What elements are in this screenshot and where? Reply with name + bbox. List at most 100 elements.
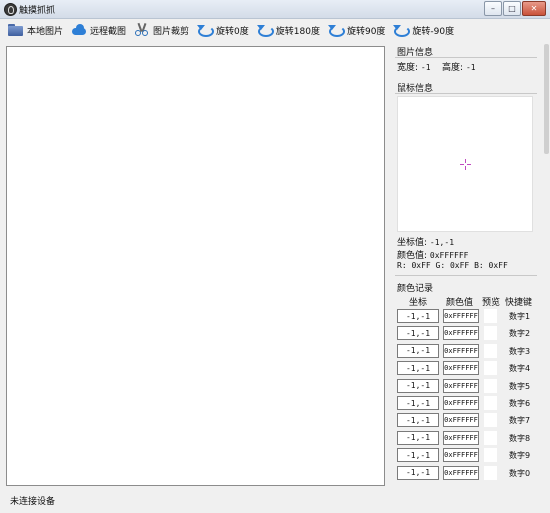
record-color-field[interactable]: 0xFFFFFF: [443, 448, 479, 463]
record-color-swatch: [484, 378, 497, 393]
record-color-swatch: [484, 465, 497, 480]
record-shortcut-label: 数字2: [509, 329, 531, 339]
record-shortcut-label: 数字1: [509, 312, 531, 321]
close-button[interactable]: ✕: [522, 1, 546, 16]
record-shortcut-label: 数字0: [509, 468, 531, 478]
coord-value: -1,-1: [429, 238, 455, 247]
magnifier-preview: [397, 96, 533, 232]
record-color-field[interactable]: 0xFFFFFF: [443, 361, 479, 376]
scissors-icon: [134, 23, 150, 37]
remote-screenshot-button[interactable]: 远程截图: [71, 20, 126, 40]
color-record-row: -1,-1 0xFFFFFF 数字3: [397, 343, 537, 358]
color-row: 颜色值: 0xFFFFFF: [397, 248, 468, 261]
color-record-row: -1,-1 0xFFFFFF 数字7: [397, 413, 537, 428]
divider: [395, 57, 537, 58]
width-label: 宽度:: [397, 63, 419, 73]
rotate-180-label: 旋转180度: [275, 26, 320, 37]
record-shortcut-label: 数字7: [509, 416, 531, 426]
rotate-icon: [393, 23, 411, 37]
record-shortcut-label: 数字6: [509, 399, 531, 408]
record-coord-field[interactable]: -1,-1: [397, 361, 439, 376]
record-color-swatch: [484, 430, 497, 445]
height-label: 高度:: [442, 63, 464, 73]
height-value: -1: [465, 63, 476, 72]
crosshair-icon: [460, 159, 471, 170]
remote-screenshot-label: 远程截图: [90, 26, 127, 37]
image-canvas[interactable]: [6, 46, 385, 486]
maximize-button[interactable]: □: [503, 1, 521, 16]
minimize-button[interactable]: –: [484, 1, 502, 16]
folder-icon: [8, 23, 24, 37]
panel-scrollbar[interactable]: [544, 44, 549, 154]
record-shortcut-label: 数字9: [509, 451, 531, 461]
record-coord-field[interactable]: -1,-1: [397, 343, 439, 358]
color-record-row: -1,-1 0xFFFFFF 数字2: [397, 326, 537, 341]
header-coord: 坐标: [409, 298, 428, 308]
color-record-row: -1,-1 0xFFFFFF 数字9: [397, 448, 537, 463]
color-record-title: 颜色记录: [397, 284, 434, 294]
header-preview: 预览: [482, 298, 501, 308]
divider: [395, 93, 537, 94]
record-color-swatch: [484, 413, 497, 428]
record-coord-field[interactable]: -1,-1: [397, 430, 439, 445]
record-coord-field[interactable]: -1,-1: [397, 309, 439, 323]
coord-label: 坐标值:: [397, 238, 428, 248]
record-color-swatch: [484, 396, 497, 410]
color-record-row: -1,-1 0xFFFFFF 数字4: [397, 361, 537, 376]
local-image-label: 本地图片: [27, 26, 64, 37]
record-color-field[interactable]: 0xFFFFFF: [443, 378, 479, 393]
rotate-neg90-label: 旋转-90度: [412, 26, 455, 37]
color-value: 0xFFFFFF: [429, 251, 469, 260]
record-coord-field[interactable]: -1,-1: [397, 465, 439, 480]
record-shortcut-label: 数字8: [509, 433, 531, 443]
record-color-swatch: [484, 326, 497, 341]
rotate-icon: [197, 23, 215, 37]
local-image-button[interactable]: 本地图片: [8, 20, 63, 40]
color-label: 颜色值:: [397, 251, 428, 261]
color-record-row: -1,-1 0xFFFFFF 数字8: [397, 430, 537, 445]
record-shortcut-label: 数字3: [509, 346, 531, 356]
header-shortcut: 快捷键: [505, 298, 533, 308]
record-color-field[interactable]: 0xFFFFFF: [443, 326, 479, 341]
rotate-0-label: 旋转0度: [216, 26, 249, 37]
record-color-swatch: [484, 309, 497, 323]
record-coord-field[interactable]: -1,-1: [397, 326, 439, 341]
record-color-swatch: [484, 343, 497, 358]
record-coord-field[interactable]: -1,-1: [397, 413, 439, 428]
window-controls: – □ ✕: [483, 1, 546, 16]
width-value: -1: [420, 63, 431, 72]
rotate-90-button[interactable]: 旋转90度: [327, 20, 386, 40]
window-title: 触摸抓抓: [19, 6, 56, 16]
header-color: 颜色值: [446, 298, 474, 308]
record-color-field[interactable]: 0xFFFFFF: [443, 343, 479, 358]
rotate-icon: [256, 23, 274, 37]
color-record-row: -1,-1 0xFFFFFF 数字6: [397, 396, 537, 410]
crop-image-button[interactable]: 图片裁剪: [134, 20, 189, 40]
rgb-values: R: 0xFF G: 0xFF B: 0xFF: [397, 261, 508, 270]
coord-row: 坐标值: -1,-1: [397, 235, 454, 248]
record-color-field[interactable]: 0xFFFFFF: [443, 309, 479, 323]
app-icon: [4, 3, 17, 16]
rotate-0-button[interactable]: 旋转0度: [197, 20, 249, 40]
title-bar: 触摸抓抓 – □ ✕: [0, 0, 550, 19]
rotate-icon: [327, 23, 345, 37]
record-coord-field[interactable]: -1,-1: [397, 448, 439, 463]
record-color-field[interactable]: 0xFFFFFF: [443, 465, 479, 480]
cloud-icon: [71, 23, 87, 37]
record-color-swatch: [484, 361, 497, 376]
color-record-row: -1,-1 0xFFFFFF 数字1: [397, 309, 537, 323]
rotate-90-label: 旋转90度: [346, 26, 386, 37]
record-color-field[interactable]: 0xFFFFFF: [443, 396, 479, 410]
record-color-field[interactable]: 0xFFFFFF: [443, 430, 479, 445]
record-coord-field[interactable]: -1,-1: [397, 396, 439, 410]
rotate-neg90-button[interactable]: 旋转-90度: [393, 20, 454, 40]
status-text: 未连接设备: [10, 497, 56, 507]
record-color-field[interactable]: 0xFFFFFF: [443, 413, 479, 428]
record-coord-field[interactable]: -1,-1: [397, 378, 439, 393]
record-color-swatch: [484, 448, 497, 463]
image-size-row: 宽度: -1 高度: -1: [397, 60, 476, 73]
record-shortcut-label: 数字4: [509, 364, 531, 374]
rotate-180-button[interactable]: 旋转180度: [256, 20, 320, 40]
color-record-row: -1,-1 0xFFFFFF 数字5: [397, 378, 537, 393]
toolbar: 本地图片 远程截图 图片裁剪 旋转0度 旋转180度 旋转90度 旋转-90度: [0, 19, 550, 41]
